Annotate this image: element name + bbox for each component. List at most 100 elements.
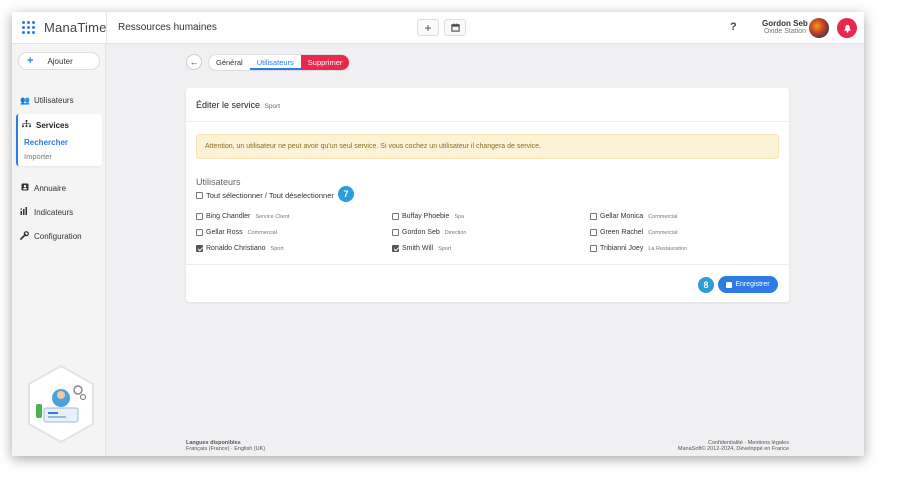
save-label: Enregistrer — [735, 281, 770, 288]
sidebar-item-services[interactable]: Services Rechercher Importer — [16, 114, 102, 166]
app-window: ManaTime Ressources humaines + ? Gordon … — [12, 12, 864, 456]
grid-dots-icon — [22, 20, 38, 35]
user-checkbox[interactable] — [590, 245, 597, 252]
user-name: Tribianni Joey — [600, 245, 644, 252]
user-name: Bing Chandler — [206, 213, 251, 220]
user-checkbox-item[interactable]: Green Rachel Commercial — [590, 229, 678, 236]
user-service: Commercial — [648, 229, 678, 236]
user-service: La Restauration — [648, 245, 688, 252]
divider — [186, 264, 789, 265]
sidebar: + Ajouter 👥 Utilisateurs Services Recher… — [12, 44, 106, 456]
avatar[interactable] — [809, 18, 829, 38]
user-service: Sport — [270, 245, 284, 252]
sidebar-item-configuration[interactable]: Configuration — [12, 228, 106, 244]
arrow-left-icon: ← — [189, 57, 199, 67]
user-checkbox-item[interactable]: Tribianni Joey La Restauration — [590, 245, 687, 252]
user-service: Sport — [438, 245, 452, 252]
bell-icon — [843, 24, 851, 33]
user-checkbox-item[interactable]: Gellar Monica Commercial — [590, 213, 678, 220]
step-badge: 7 — [338, 186, 354, 202]
user-name: Smith Will — [402, 245, 434, 252]
sidebar-item-label: Configuration — [34, 231, 82, 241]
user-service: Spa — [454, 213, 465, 220]
divider — [186, 121, 789, 122]
page-title: Ressources humaines — [118, 22, 217, 33]
addressbook-icon — [20, 183, 29, 193]
sidebar-subitem-rechercher[interactable]: Rechercher — [24, 138, 68, 147]
floppy-disk-icon — [726, 281, 733, 288]
user-name: Green Rachel — [600, 229, 644, 236]
user-checkbox[interactable] — [196, 213, 203, 220]
tab-utilisateurs[interactable]: Utilisateurs — [249, 55, 301, 70]
user-service: Commercial — [648, 213, 678, 220]
footer-languages: Langues disponibles Français (France) · … — [186, 440, 265, 452]
user-checkbox[interactable] — [392, 245, 399, 252]
edit-service-card: Éditer le service Sport Attention, un ut… — [186, 88, 789, 302]
tab-supprimer[interactable]: Supprimer — [300, 55, 350, 70]
user-info[interactable]: Gordon Seb Oxide Station — [762, 19, 808, 35]
footer-legal: Confidentialité · Mentions légales ManaS… — [666, 440, 789, 452]
step-badge: 8 — [698, 277, 714, 293]
tab-general[interactable]: Général — [209, 55, 250, 70]
sidebar-item-label: Annuaire — [34, 183, 67, 193]
app-name: ManaTime — [44, 20, 107, 35]
user-checkbox-item[interactable]: Gordon Seb Direction — [392, 229, 466, 236]
user-checkbox-item[interactable]: Buffay Phoebie Spa — [392, 213, 464, 220]
calendar-button[interactable] — [444, 19, 466, 36]
app-logo[interactable]: ManaTime — [22, 20, 107, 35]
user-checkbox[interactable] — [196, 245, 203, 252]
sidebar-item-annuaire[interactable]: Annuaire — [12, 180, 106, 196]
plus-icon: + — [424, 20, 432, 35]
select-all-checkbox[interactable] — [196, 192, 203, 199]
calendar-icon — [450, 23, 460, 32]
chart-icon — [20, 207, 29, 217]
users-icon: 👥 — [20, 95, 30, 105]
add-button[interactable]: + Ajouter — [18, 52, 100, 70]
sidebar-item-label: Utilisateurs — [34, 95, 74, 105]
user-checkbox[interactable] — [392, 229, 399, 236]
illustration-icon — [28, 364, 94, 444]
plus-icon: + — [27, 55, 34, 67]
user-checkbox[interactable] — [196, 229, 203, 236]
user-name: Gellar Ross — [206, 229, 243, 236]
card-title: Éditer le service Sport — [196, 100, 280, 110]
copyright: ManaSoft© 2012-2024, Développé en France — [677, 446, 789, 452]
select-all-label: Tout sélectionner / Tout déselectionner — [206, 191, 334, 200]
languages-list[interactable]: Français (France) · English (UK) — [186, 446, 265, 452]
warning-alert: Attention, un utilisateur ne peut avoir … — [196, 134, 779, 159]
user-checkbox-item[interactable]: Smith Will Sport — [392, 245, 451, 252]
sidebar-item-label: Services — [36, 120, 69, 130]
user-service: Commercial — [247, 229, 277, 236]
user-checkbox-item[interactable]: Gellar Ross Commercial — [196, 229, 277, 236]
card-title-text: Éditer le service — [196, 100, 261, 110]
top-bar: ManaTime Ressources humaines + ? Gordon … — [12, 12, 864, 44]
notification-button[interactable] — [837, 18, 857, 38]
add-label: Ajouter — [47, 56, 73, 66]
user-checkbox[interactable] — [392, 213, 399, 220]
select-all-toggle[interactable]: Tout sélectionner / Tout déselectionner — [196, 191, 334, 200]
save-button[interactable]: Enregistrer — [718, 276, 778, 293]
sidebar-subitem-importer[interactable]: Importer — [24, 152, 52, 161]
tab-bar: Général Utilisateurs Supprimer — [208, 54, 351, 71]
user-name: Buffay Phoebie — [402, 213, 450, 220]
user-checkbox-item[interactable]: Ronaldo Christiano Sport — [196, 245, 284, 252]
sitemap-icon — [22, 120, 31, 130]
user-name: Ronaldo Christiano — [206, 245, 266, 252]
main-content: ← Général Utilisateurs Supprimer Éditer … — [106, 44, 864, 456]
quick-add-button[interactable]: + — [417, 19, 439, 36]
user-name: Gellar Monica — [600, 213, 644, 220]
sidebar-item-indicateurs[interactable]: Indicateurs — [12, 204, 106, 220]
sidebar-item-utilisateurs[interactable]: 👥 Utilisateurs — [12, 92, 106, 108]
help-button[interactable]: ? — [730, 21, 737, 33]
user-service: Service Client — [255, 213, 290, 220]
user-checkbox[interactable] — [590, 213, 597, 220]
user-checkbox[interactable] — [590, 229, 597, 236]
user-name: Gordon Seb — [762, 19, 808, 28]
user-checkbox-item[interactable]: Bing Chandler Service Client — [196, 213, 289, 220]
user-service: Direction — [444, 229, 467, 236]
back-button[interactable]: ← — [186, 54, 202, 70]
user-name: Gordon Seb — [402, 229, 440, 236]
users-heading: Utilisateurs — [196, 177, 241, 187]
divider — [106, 12, 107, 44]
service-name: Sport — [264, 103, 281, 110]
